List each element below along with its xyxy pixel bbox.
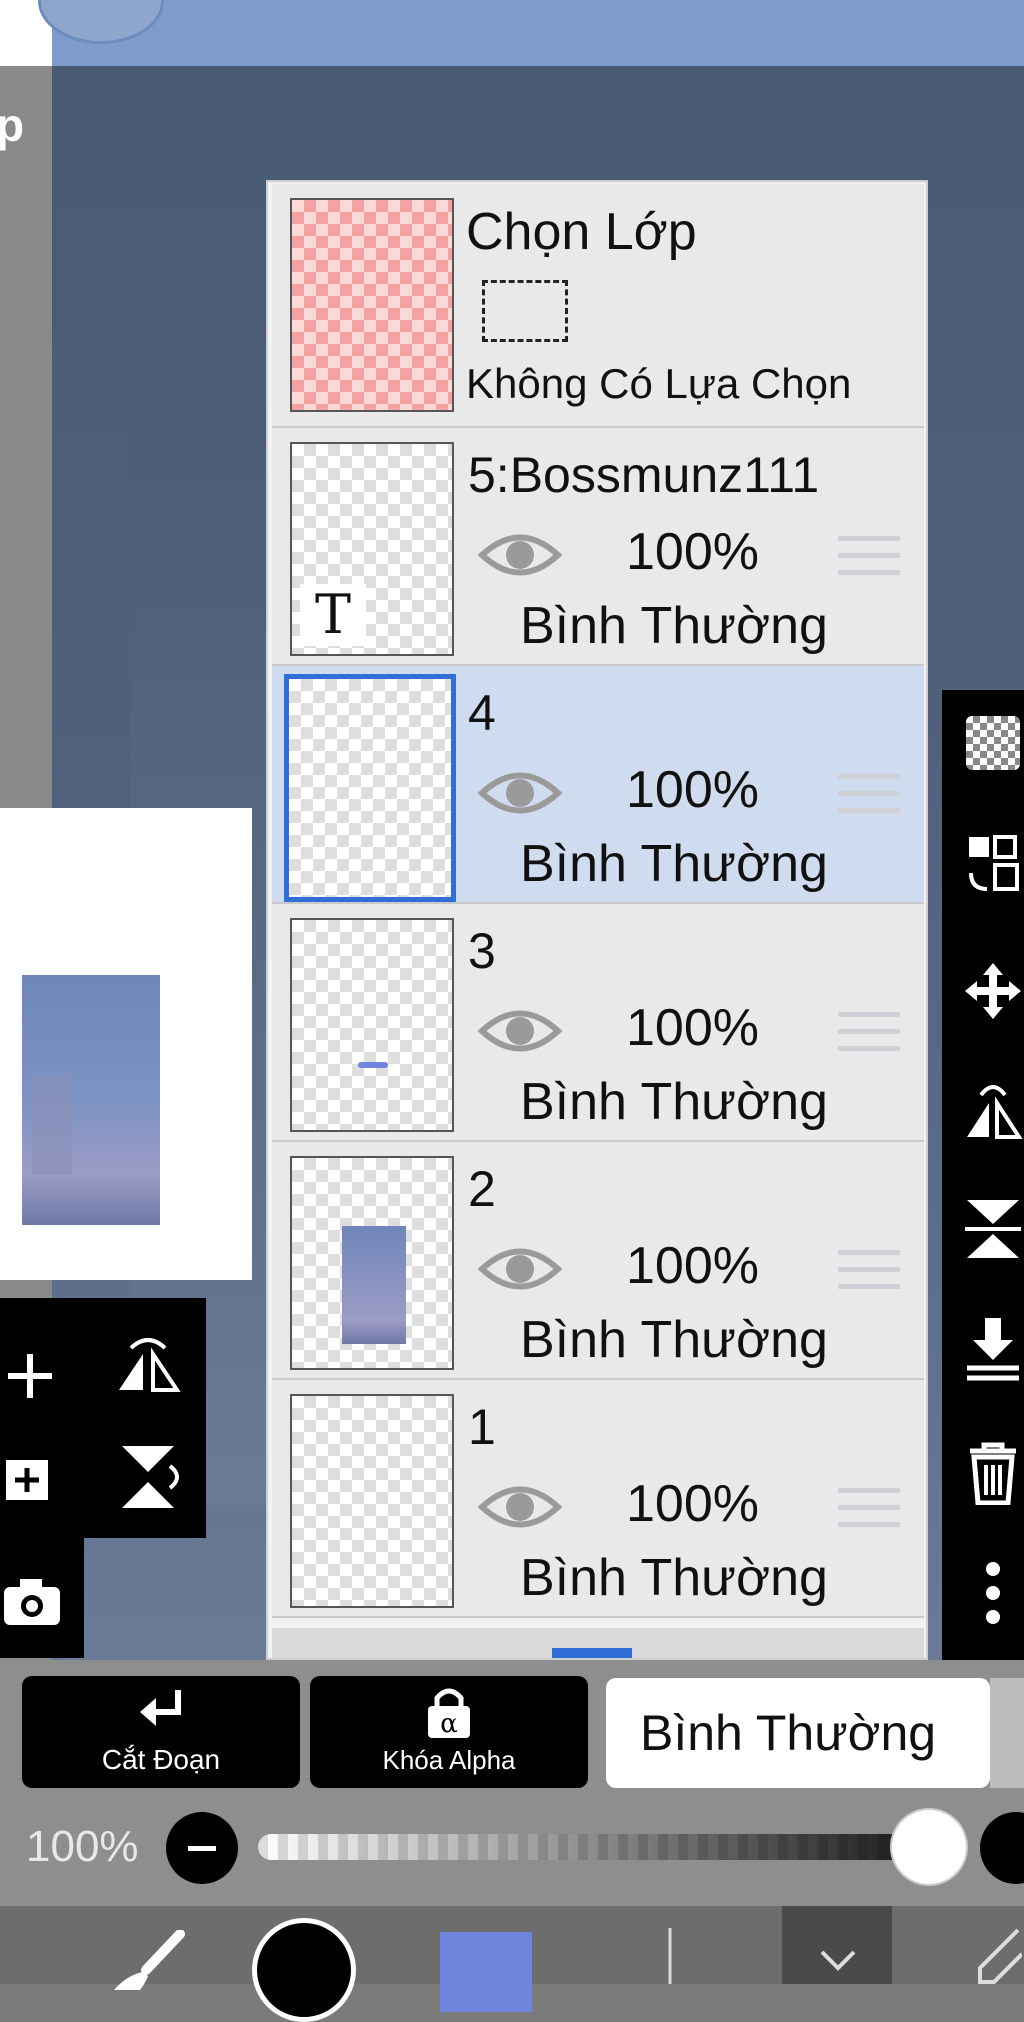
selection-layer-title: Chọn Lớp [466,203,697,261]
opacity-decrease-button[interactable] [166,1812,238,1884]
layer-thumbnail [290,1156,454,1370]
layer-thumbnail: T [290,442,454,656]
add-layer-copy-icon[interactable] [0,1448,60,1508]
layer-row[interactable]: 3 100% Bình Thường [272,904,924,1142]
layer-thumbnail [290,918,454,1132]
blend-mode-dropdown-edge[interactable] [990,1678,1024,1788]
selection-layer-row[interactable]: Chọn Lớp Không Có Lựa Chọn [272,184,924,428]
flip-horizontal-icon[interactable] [108,1332,188,1402]
layer-blend-mode: Bình Thường [520,1311,828,1369]
drag-handle-icon[interactable] [838,774,900,824]
selection-marquee-icon [482,280,568,342]
opacity-slider-knob[interactable] [892,1810,966,1884]
drag-handle-icon[interactable] [838,1250,900,1300]
layer-content-preview [342,1226,406,1344]
canvas-preview-image [22,975,160,1225]
svg-text:α: α [440,1709,458,1739]
alpha-lock-button[interactable]: α Khóa Alpha [310,1676,588,1788]
layer-blend-mode: Bình Thường [520,1549,828,1607]
more-vertical-icon[interactable] [962,1562,1024,1624]
layer-thumbnail [290,1394,454,1608]
camera-icon[interactable] [0,1572,64,1632]
layer-blend-mode: Bình Thường [520,835,828,893]
clipping-button[interactable]: Cắt Đoạn [22,1676,300,1788]
selection-layer-thumbnail [290,198,454,412]
merge-down-icon[interactable] [962,1318,1024,1381]
layer-content-preview [358,1062,388,1068]
layer-opacity[interactable]: 100% [626,998,759,1058]
layer-blend-mode: Bình Thường [520,1073,828,1131]
layer-thumbnail [284,674,456,902]
eye-icon[interactable] [477,1238,563,1300]
brush-size-indicator[interactable] [252,1918,356,2022]
layer-row-selected[interactable]: 4 100% Bình Thường [272,666,924,904]
eye-icon[interactable] [477,1476,563,1538]
layer-opacity[interactable]: 100% [626,760,759,820]
layer-opacity[interactable]: 100% [626,1474,759,1534]
add-layer-icon[interactable] [0,1346,60,1406]
merge-icon[interactable] [962,1198,1024,1260]
layer-opacity[interactable]: 100% [626,522,759,582]
trash-icon[interactable] [962,1442,1024,1505]
layer-opacity[interactable]: 100% [626,1236,759,1296]
current-color-swatch[interactable] [440,1932,532,2012]
flip-vertical-icon[interactable] [112,1440,184,1514]
transparency-icon[interactable] [962,712,1024,774]
drag-handle-icon[interactable] [838,1012,900,1062]
blend-mode-value: Bình Thường [640,1705,937,1761]
select-transform-icon[interactable] [962,832,1024,894]
move-icon[interactable] [962,960,1024,1022]
layer-row[interactable]: T 5:Bossmunz111 100% Bình Thường [272,428,924,666]
clipping-label: Cắt Đoạn [101,1744,221,1775]
layer-row[interactable]: 2 100% Bình Thường [272,1142,924,1380]
eraser-icon[interactable] [970,1924,1024,1984]
eye-icon[interactable] [477,524,563,586]
lock-icon: α [428,1688,470,1739]
layer-blend-mode: Bình Thường [520,597,828,655]
layer-row[interactable]: 1 100% Bình Thường [272,1380,924,1618]
layer-name: 3 [468,923,496,979]
alpha-lock-label: Khóa Alpha [382,1745,516,1775]
opacity-value: 100% [26,1822,139,1871]
arrow-down-icon[interactable] [650,1926,690,1986]
layer-name: 2 [468,1161,496,1217]
layer-name: 4 [468,685,496,741]
clip-arrow-icon [140,1690,181,1726]
text-layer-icon: T [300,584,366,646]
selection-status: Không Có Lựa Chọn [466,360,852,407]
blend-mode-select[interactable]: Bình Thường [606,1678,990,1788]
drag-handle-icon[interactable] [838,1488,900,1538]
brush-icon[interactable] [106,1929,186,1990]
eye-icon[interactable] [477,1000,563,1062]
drag-handle-icon[interactable] [838,536,900,586]
close-icon[interactable] [818,1938,858,1989]
layer-name: 5:Bossmunz111 [468,447,820,503]
eye-icon[interactable] [477,762,563,824]
left-panel-label: p [0,99,25,151]
layers-scrollbar-thumb[interactable] [552,1648,632,1658]
opacity-slider[interactable] [258,1834,962,1860]
flip-layer-icon[interactable] [962,1078,1024,1140]
layer-name: 1 [468,1399,496,1455]
